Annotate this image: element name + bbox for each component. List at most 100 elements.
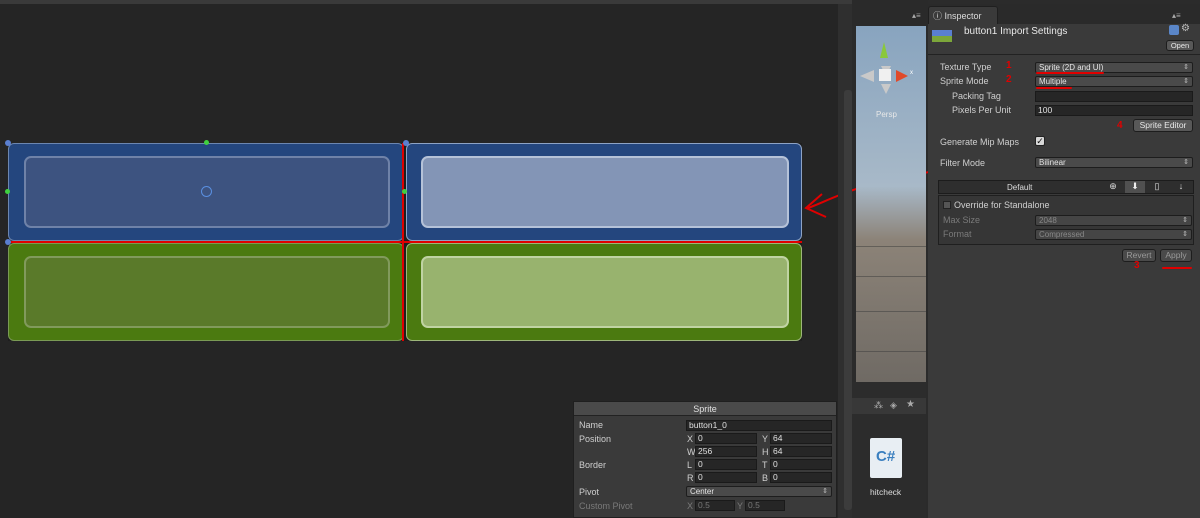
ppu-label: Pixels Per Unit xyxy=(952,105,1012,115)
border-handle-top[interactable] xyxy=(204,140,209,145)
lock-menu-icon[interactable]: ▴≡ xyxy=(1172,11,1181,20)
pivot-label: Pivot xyxy=(579,487,600,497)
name-field[interactable]: button1_0 xyxy=(686,420,832,431)
override-label: Override for Standalone xyxy=(954,200,1050,210)
annotation-underline-2 xyxy=(1036,87,1072,89)
height-field[interactable]: 64 xyxy=(770,446,832,457)
border-handle-right[interactable] xyxy=(402,189,407,194)
globe-icon[interactable]: ⊕ xyxy=(1103,181,1123,193)
grid-line xyxy=(856,276,926,277)
apply-button[interactable]: Apply xyxy=(1160,249,1192,262)
cp-x-label: X xyxy=(687,501,694,511)
project-panel: ⁂ ◈ ★ C# hitcheck xyxy=(852,382,926,518)
updown-icon: ⇕ xyxy=(1182,217,1188,224)
star-icon[interactable]: ★ xyxy=(906,399,915,410)
selection-handle-bl[interactable] xyxy=(5,239,11,245)
max-size-label: Max Size xyxy=(943,215,981,225)
packing-tag-field[interactable] xyxy=(1035,91,1193,102)
border-label: Border xyxy=(579,460,607,470)
download-icon[interactable]: ⬇ xyxy=(1125,181,1145,193)
mip-maps-checkbox[interactable]: ✓ xyxy=(1035,136,1045,146)
pivot-value: Center xyxy=(690,487,715,496)
filter-icon[interactable]: ⁂ xyxy=(874,400,883,411)
ppu-field[interactable]: 100 xyxy=(1035,105,1193,116)
sprite-mode-dropdown[interactable]: Multiple ⇕ xyxy=(1035,76,1193,87)
slice-line-horizontal xyxy=(8,241,802,243)
arrow-down-icon[interactable]: ↓ xyxy=(1171,181,1191,193)
max-size-value: 2048 xyxy=(1039,216,1057,225)
updown-icon: ⇕ xyxy=(1183,78,1189,85)
default-platform-tab[interactable]: Default xyxy=(1007,183,1032,192)
custom-pivot-y-field[interactable]: 0.5 xyxy=(745,500,785,511)
border-r-field[interactable]: 0 xyxy=(695,472,757,483)
slice-line-vertical xyxy=(402,143,404,341)
sprite-mode-label: Sprite Mode xyxy=(940,76,989,86)
annotation-3: 3 xyxy=(1134,260,1140,271)
tag-icon[interactable]: ◈ xyxy=(890,400,897,411)
annotation-underline-1 xyxy=(1036,72,1104,74)
annotation-4: 4 xyxy=(1117,120,1123,131)
sprite-slice-green-light[interactable] xyxy=(406,243,802,341)
pivot-handle[interactable] xyxy=(201,186,212,197)
platform-tabs: Default ⊕ ⬇ ▯ ↓ xyxy=(938,180,1194,194)
header-divider xyxy=(928,54,1200,55)
border-b-field[interactable]: 0 xyxy=(770,472,832,483)
help-icon[interactable] xyxy=(1169,25,1179,35)
position-x-field[interactable]: 0 xyxy=(695,433,757,444)
name-label: Name xyxy=(579,420,604,430)
filter-mode-dropdown[interactable]: Bilinear ⇕ xyxy=(1035,157,1193,168)
border-handle-left[interactable] xyxy=(5,189,10,194)
override-checkbox[interactable] xyxy=(943,201,951,209)
sprite-properties-panel: Sprite Name button1_0 Position X 0 Y 64 … xyxy=(573,401,837,518)
open-button[interactable]: Open xyxy=(1166,40,1194,51)
custom-pivot-x-field[interactable]: 0.5 xyxy=(695,500,735,511)
sprite-inner-blue-light xyxy=(421,156,789,228)
max-size-dropdown[interactable]: 2048 ⇕ xyxy=(1035,215,1192,226)
editor-scrollbar-thumb[interactable] xyxy=(844,90,852,510)
scene-gizmo[interactable]: x xyxy=(856,36,926,116)
grid-line xyxy=(856,351,926,352)
grid-line xyxy=(856,246,926,247)
border-t-field[interactable]: 0 xyxy=(770,459,832,470)
csharp-file-icon[interactable]: C# xyxy=(870,438,902,478)
texture-type-value: Sprite (2D and UI) xyxy=(1039,63,1104,72)
sprite-slice-blue-light[interactable] xyxy=(406,143,802,241)
selection-handle-tr[interactable] xyxy=(403,140,409,146)
x-label: X xyxy=(687,434,694,444)
h-label: H xyxy=(762,447,769,457)
format-dropdown[interactable]: Compressed ⇕ xyxy=(1035,229,1192,240)
updown-icon: ⇕ xyxy=(1183,64,1189,71)
pivot-dropdown[interactable]: Center ⇕ xyxy=(686,486,832,497)
cp-y-label: Y xyxy=(737,501,744,511)
project-toolbar: ⁂ ◈ ★ xyxy=(852,398,926,414)
format-label: Format xyxy=(943,229,972,239)
texture-type-label: Texture Type xyxy=(940,62,992,72)
persp-label[interactable]: Persp xyxy=(876,110,897,119)
phone-icon[interactable]: ▯ xyxy=(1147,181,1167,193)
format-value: Compressed xyxy=(1039,230,1085,239)
lock-icon[interactable]: ▴≡ xyxy=(912,11,921,20)
b-label: B xyxy=(762,473,769,483)
file-name[interactable]: hitcheck xyxy=(870,487,901,497)
gear-icon[interactable]: ⚙ xyxy=(1181,23,1190,34)
width-field[interactable]: 256 xyxy=(695,446,757,457)
updown-icon: ⇕ xyxy=(822,488,828,495)
scene-view[interactable]: x Persp xyxy=(856,26,926,382)
l-label: L xyxy=(687,460,693,470)
border-l-field[interactable]: 0 xyxy=(695,459,757,470)
inspector-tab-label: Inspector xyxy=(944,11,982,21)
gizmo-x-label: x xyxy=(910,70,913,76)
sprite-mode-value: Multiple xyxy=(1039,77,1067,86)
selection-handle-tl[interactable] xyxy=(5,140,11,146)
grid-line xyxy=(856,311,926,312)
custom-pivot-label: Custom Pivot xyxy=(579,501,633,511)
sprite-editor-canvas[interactable]: Sprite Name button1_0 Position X 0 Y 64 … xyxy=(0,0,1119,518)
position-y-field[interactable]: 64 xyxy=(770,433,832,444)
sprite-slice-green-dark[interactable] xyxy=(8,243,404,341)
filter-mode-label: Filter Mode xyxy=(940,158,986,168)
inspector-tab[interactable]: ⓘ Inspector xyxy=(928,6,998,24)
annotation-1: 1 xyxy=(1006,60,1012,71)
sprite-editor-toolbar xyxy=(0,0,852,4)
sprite-editor-button[interactable]: Sprite Editor xyxy=(1133,119,1193,132)
mip-maps-label: Generate Mip Maps xyxy=(940,137,1020,147)
